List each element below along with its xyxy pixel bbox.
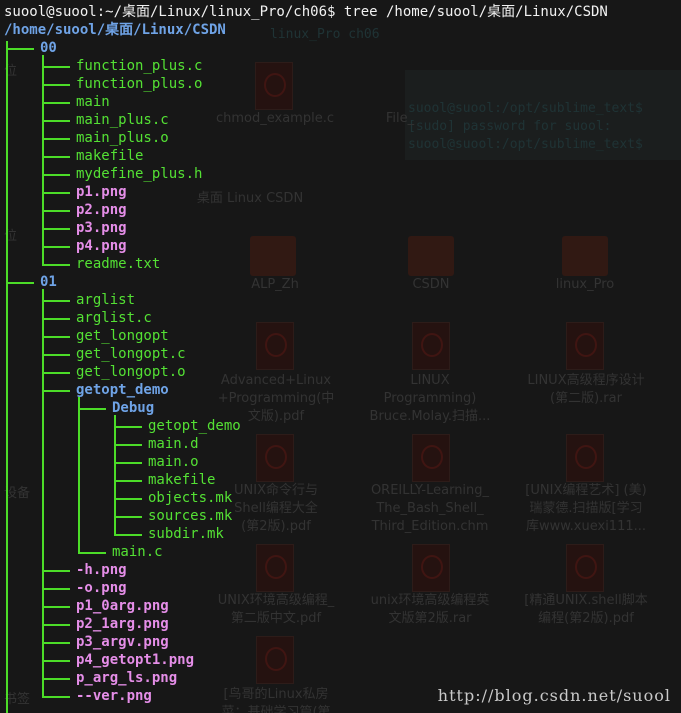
tree-branch-line bbox=[42, 102, 70, 104]
tree-branch-line bbox=[42, 228, 70, 230]
tree-trunk-line bbox=[78, 397, 80, 554]
tree-file-entry: p2.png bbox=[76, 202, 127, 218]
tree-dir-entry: Debug bbox=[112, 400, 155, 416]
tree-branch-line bbox=[6, 48, 34, 50]
tree-file-entry: mydefine_plus.h bbox=[76, 166, 203, 182]
tree-trunk-line bbox=[42, 55, 44, 266]
tree-branch-line bbox=[114, 444, 142, 446]
tree-file-entry: makefile bbox=[76, 148, 144, 164]
tree-file-entry: main.o bbox=[148, 454, 199, 470]
tree-branch-line bbox=[114, 480, 142, 482]
tree-file-entry: arglist bbox=[76, 292, 136, 308]
tree-file-entry: p1_0arg.png bbox=[76, 598, 169, 614]
tree-file-entry: main_plus.c bbox=[76, 112, 169, 128]
tree-branch-line bbox=[114, 516, 142, 518]
tree-file-entry: -o.png bbox=[76, 580, 127, 596]
tree-file-entry: -h.png bbox=[76, 562, 127, 578]
tree-file-entry: main bbox=[76, 94, 110, 110]
tree-branch-line bbox=[42, 300, 70, 302]
tree-file-entry: p3_argv.png bbox=[76, 634, 169, 650]
tree-file-entry: p4_getopt1.png bbox=[76, 652, 195, 668]
tree-file-entry: objects.mk bbox=[148, 490, 233, 506]
tree-branch-line bbox=[42, 372, 70, 374]
tree-file-entry: p3.png bbox=[76, 220, 127, 236]
tree-branch-line bbox=[42, 138, 70, 140]
tree-branch-line bbox=[42, 606, 70, 608]
tree-dir-entry: getopt_demo bbox=[76, 382, 169, 398]
tree-branch-line bbox=[42, 246, 70, 248]
tree-branch-line bbox=[78, 552, 106, 554]
tree-branch-line bbox=[42, 318, 70, 320]
tree-file-entry: main.d bbox=[148, 436, 199, 452]
tree-branch-line bbox=[114, 462, 142, 464]
tree-file-entry: --ver.png bbox=[76, 688, 152, 704]
tree-branch-line bbox=[78, 408, 106, 410]
command-prompt-line: suool@suool:~/桌面/Linux/linux_Pro/ch06$ t… bbox=[4, 4, 608, 20]
tree-branch-line bbox=[42, 336, 70, 338]
tree-file-entry: get_longopt.c bbox=[76, 346, 186, 362]
tree-file-entry: readme.txt bbox=[76, 256, 161, 272]
tree-branch-line bbox=[114, 426, 142, 428]
tree-file-entry: subdir.mk bbox=[148, 526, 224, 542]
tree-file-entry: function_plus.c bbox=[76, 58, 203, 74]
tree-file-entry: get_longopt bbox=[76, 328, 169, 344]
tree-branch-line bbox=[42, 174, 70, 176]
tree-file-entry: sources.mk bbox=[148, 508, 233, 524]
tree-branch-line bbox=[42, 588, 70, 590]
tree-branch-line bbox=[42, 210, 70, 212]
tree-branch-line bbox=[42, 570, 70, 572]
watermark: http://blog.csdn.net/suool bbox=[437, 686, 671, 705]
tree-file-entry: arglist.c bbox=[76, 310, 152, 326]
tree-branch-line bbox=[114, 498, 142, 500]
tree-branch-line bbox=[42, 354, 70, 356]
tree-branch-line bbox=[42, 264, 70, 266]
terminal-window[interactable]: suool@suool:~/桌面/Linux/linux_Pro/ch06$ t… bbox=[0, 0, 681, 713]
tree-branch-line bbox=[42, 678, 70, 680]
tree-branch-line bbox=[42, 84, 70, 86]
tree-file-entry: makefile bbox=[148, 472, 216, 488]
tree-root-path: /home/suool/桌面/Linux/CSDN bbox=[4, 22, 226, 38]
tree-file-entry: function_plus.o bbox=[76, 76, 203, 92]
tree-file-entry: main.c bbox=[112, 544, 163, 560]
tree-branch-line bbox=[42, 642, 70, 644]
tree-branch-line bbox=[42, 120, 70, 122]
tree-branch-line bbox=[42, 66, 70, 68]
tree-root-trunk-line bbox=[6, 41, 8, 713]
tree-file-entry: p4.png bbox=[76, 238, 127, 254]
tree-trunk-line bbox=[42, 289, 44, 698]
tree-file-entry: p2_1arg.png bbox=[76, 616, 169, 632]
tree-branch-line bbox=[42, 624, 70, 626]
tree-file-entry: p1.png bbox=[76, 184, 127, 200]
tree-file-entry: getopt_demo bbox=[148, 418, 241, 434]
tree-branch-line bbox=[42, 390, 70, 392]
tree-file-entry: main_plus.o bbox=[76, 130, 169, 146]
tree-file-entry: get_longopt.o bbox=[76, 364, 186, 380]
tree-file-entry: p_arg_ls.png bbox=[76, 670, 178, 686]
tree-branch-line bbox=[42, 696, 70, 698]
tree-branch-line bbox=[42, 660, 70, 662]
tree-branch-line bbox=[42, 156, 70, 158]
tree-branch-line bbox=[42, 192, 70, 194]
tree-branch-line bbox=[6, 282, 34, 284]
tree-branch-line bbox=[114, 534, 142, 536]
